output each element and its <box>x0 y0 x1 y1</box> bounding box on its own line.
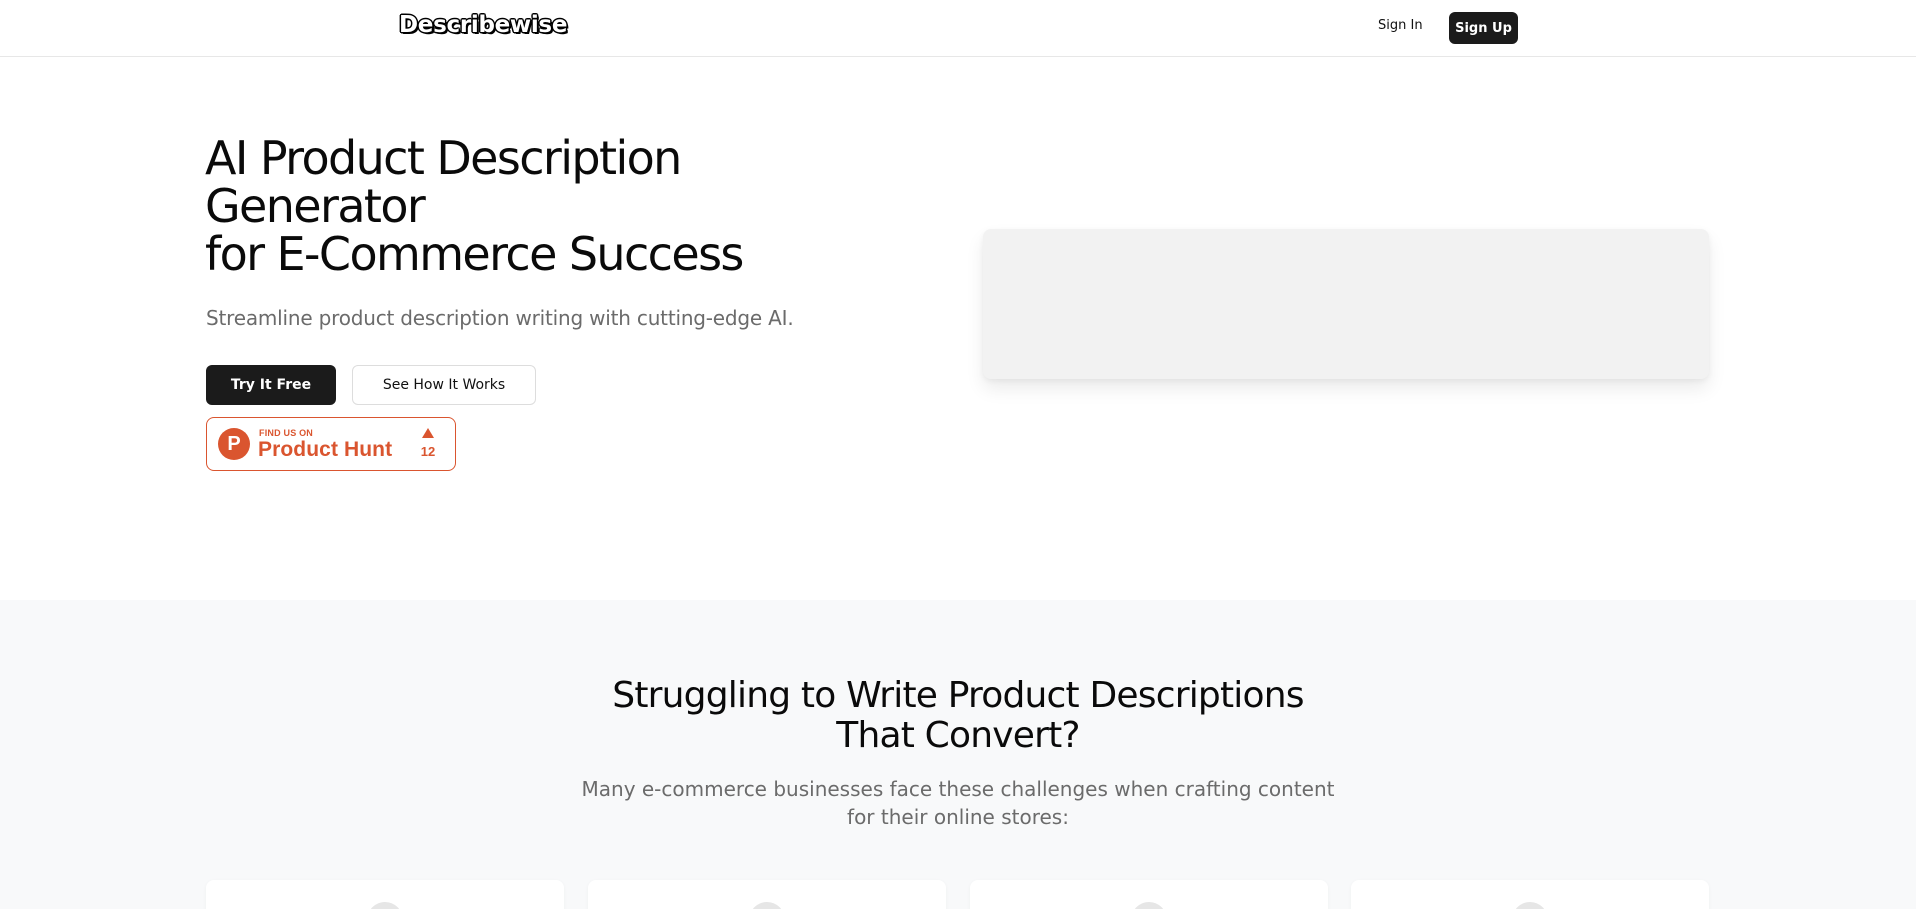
hero-title-line: for E-Commerce Success <box>205 227 744 281</box>
try-it-free-button[interactable]: Try It Free <box>206 365 336 405</box>
challenge-card <box>206 880 564 909</box>
challenge-icon <box>1131 902 1167 909</box>
challenge-card <box>588 880 946 909</box>
hero-title-line: AI Product Description <box>205 131 682 185</box>
site-header: Describewise Sign In Sign Up <box>0 0 1916 57</box>
hero-title: AI Product Description Generator for E-C… <box>205 134 845 278</box>
problem-subtitle-line: for their online stores: <box>847 805 1069 829</box>
sign-in-link[interactable]: Sign In <box>1378 18 1423 38</box>
upvote-count: 12 <box>420 444 436 459</box>
challenge-card <box>970 880 1328 909</box>
problem-section-title: Struggling to Write Product Descriptions… <box>0 676 1916 756</box>
see-how-it-works-button[interactable]: See How It Works <box>352 365 536 405</box>
problem-title-line: That Convert? <box>836 715 1080 756</box>
problem-section: Struggling to Write Product Descriptions… <box>0 600 1916 909</box>
problem-title-line: Struggling to Write Product Descriptions <box>612 675 1304 716</box>
product-hunt-find-label: FIND US ON <box>259 428 314 438</box>
challenge-icon <box>1512 902 1548 909</box>
logo[interactable]: Describewise <box>399 12 567 38</box>
hero-subtitle: Streamline product description writing w… <box>206 306 794 330</box>
product-hunt-name: Product Hunt <box>258 438 393 461</box>
challenge-icon <box>367 902 403 909</box>
product-hunt-badge[interactable]: P FIND US ON Product Hunt 12 <box>206 417 456 471</box>
product-preview-card <box>983 229 1709 379</box>
sign-up-button[interactable]: Sign Up <box>1449 12 1518 44</box>
hero-title-line: Generator <box>205 179 426 233</box>
upvote-arrow-icon <box>422 428 434 438</box>
problem-section-subtitle: Many e-commerce businesses face these ch… <box>558 775 1358 831</box>
product-hunt-logo-icon: P <box>218 428 250 460</box>
challenge-icon <box>749 902 785 909</box>
challenge-card <box>1351 880 1709 909</box>
problem-subtitle-line: Many e-commerce businesses face these ch… <box>581 777 1335 801</box>
